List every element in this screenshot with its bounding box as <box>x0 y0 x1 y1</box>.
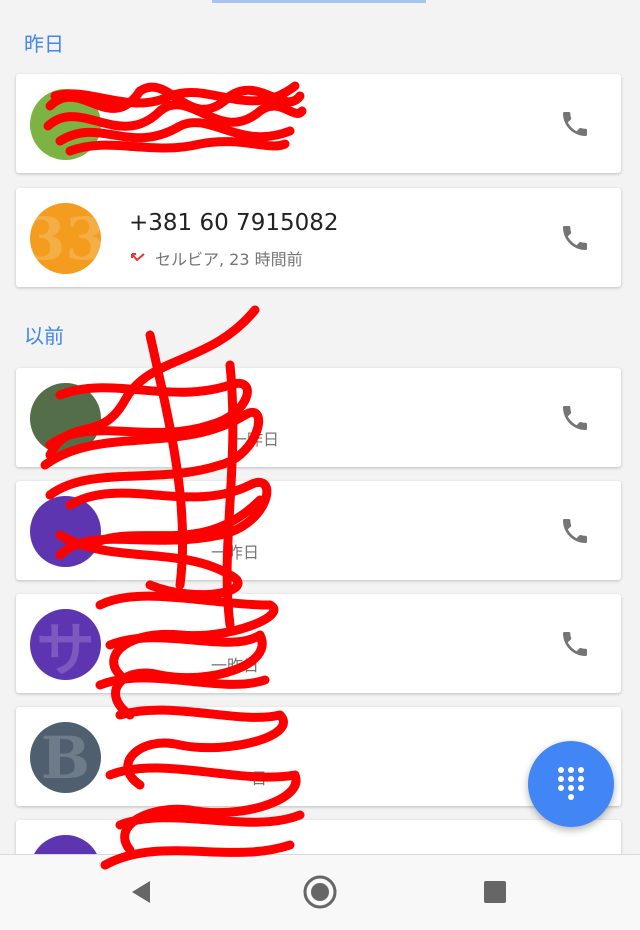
call-button[interactable] <box>557 220 593 256</box>
back-icon <box>132 881 150 903</box>
avatar <box>30 89 101 160</box>
home-button[interactable] <box>295 867 345 917</box>
section-header-earlier: 以前 <box>24 324 64 348</box>
contact-name: +381 60 7915082 <box>129 210 339 236</box>
avatar-letter: B <box>40 723 91 792</box>
call-detail-row <box>129 132 155 146</box>
avatar <box>30 383 101 454</box>
call-log-item[interactable]: 33 +381 60 7915082 セルビア, 23 時間前 <box>16 188 621 287</box>
back-button[interactable] <box>116 867 166 917</box>
call-detail-row: セルビア, 23 時間前 <box>129 246 303 270</box>
call-detail: 一昨日 <box>211 543 260 562</box>
call-detail: 日 <box>251 769 268 788</box>
call-log-item[interactable]: サ 一昨日 <box>16 594 621 693</box>
call-log-item[interactable] <box>16 74 621 173</box>
home-icon <box>303 875 337 909</box>
outgoing-call-icon <box>131 134 143 145</box>
phone-icon <box>563 519 587 543</box>
call-detail-row: 日 <box>251 765 267 789</box>
recents-button[interactable] <box>470 867 520 917</box>
call-button[interactable] <box>557 400 593 436</box>
call-detail: 一昨日 <box>231 430 280 449</box>
call-detail: セルビア, 23 時間前 <box>155 250 303 269</box>
tab-indicator <box>212 0 426 3</box>
navigation-bar <box>0 854 640 930</box>
call-log-item[interactable]: 一昨日 <box>16 481 621 580</box>
avatar-letter: 33 <box>30 204 101 273</box>
call-button[interactable] <box>557 626 593 662</box>
call-detail-row: 一昨日 <box>211 539 259 563</box>
call-detail-row: 一昨日 <box>211 652 259 676</box>
phone-icon <box>563 226 587 250</box>
call-log-item[interactable]: 一昨日 <box>16 368 621 467</box>
avatar <box>30 496 101 567</box>
avatar: 33 <box>30 203 101 274</box>
call-button[interactable] <box>557 513 593 549</box>
phone-icon <box>563 406 587 430</box>
avatar: サ <box>30 609 101 680</box>
call-detail: 一昨日 <box>211 656 260 675</box>
avatar: B <box>30 722 101 793</box>
phone-icon <box>563 112 587 136</box>
dialpad-icon <box>558 767 584 800</box>
dialpad-button[interactable] <box>528 741 614 827</box>
call-detail-row: 一昨日 <box>231 426 279 450</box>
section-header-yesterday: 昨日 <box>24 32 64 56</box>
avatar-letter: サ <box>36 615 95 681</box>
phone-icon <box>563 632 587 656</box>
call-button[interactable] <box>557 106 593 142</box>
missed-call-icon <box>131 253 145 262</box>
recents-icon <box>484 881 506 903</box>
